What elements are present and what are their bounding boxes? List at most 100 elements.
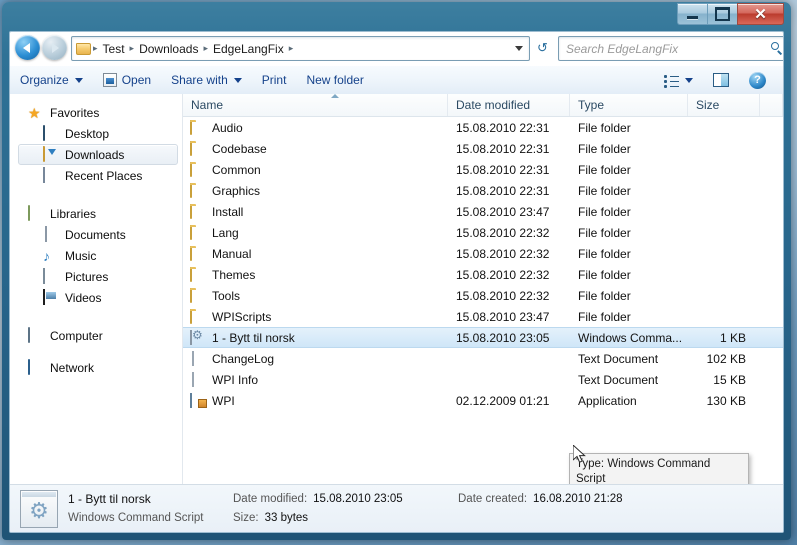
minimize-button[interactable]: [677, 3, 707, 25]
table-row[interactable]: WPIScripts 15.08.2010 23:47 File folder: [183, 306, 783, 327]
address-bar[interactable]: ▸ Test ▸ Downloads ▸ EdgeLangFix ▸: [71, 36, 530, 61]
cell-type: Text Document: [578, 372, 659, 387]
cell-type: File folder: [578, 204, 631, 219]
gear-icon: ⚙: [29, 497, 49, 523]
column-header-name[interactable]: Name: [183, 94, 448, 116]
table-row[interactable]: Themes 15.08.2010 22:32 File folder: [183, 264, 783, 285]
cell-date-modified: 15.08.2010 22:31: [456, 120, 550, 135]
breadcrumb-item-edgelangfix[interactable]: EdgeLangFix: [210, 42, 287, 56]
status-file-type: Windows Command Script: [68, 512, 204, 524]
folder-icon: [190, 224, 206, 241]
table-row[interactable]: Audio 15.08.2010 22:31 File folder: [183, 117, 783, 138]
table-row[interactable]: Codebase 15.08.2010 22:31 File folder: [183, 138, 783, 159]
sidebar-item-videos[interactable]: Videos: [10, 287, 182, 308]
network-icon: [28, 358, 44, 376]
content-split: ★ Favorites Desktop Downloads Recent Pla…: [10, 94, 783, 484]
folder-icon: [190, 140, 206, 157]
back-button[interactable]: [15, 35, 40, 60]
refresh-icon[interactable]: ↺: [534, 39, 551, 56]
search-box[interactable]: Search EdgeLangFix: [558, 36, 783, 61]
window-client-area: ▸ Test ▸ Downloads ▸ EdgeLangFix ▸ ↺ Sea…: [9, 31, 784, 533]
open-button[interactable]: Open: [93, 68, 161, 92]
cell-date-modified: 15.08.2010 22:32: [456, 267, 550, 282]
status-size-value: 33 bytes: [264, 512, 309, 524]
table-row[interactable]: WPI 02.12.2009 01:21 Application 130 KB: [183, 390, 783, 411]
music-note-icon: ♪: [43, 247, 50, 264]
status-date-created-label: Date created:: [458, 493, 528, 505]
organize-button[interactable]: Organize: [10, 68, 93, 92]
address-bar-row: ▸ Test ▸ Downloads ▸ EdgeLangFix ▸ ↺ Sea…: [10, 32, 783, 66]
file-list-pane: Name Date modified Type Size Audio 15.08.…: [183, 94, 783, 484]
file-name-label: Graphics: [212, 183, 261, 198]
cell-type: Text Document: [578, 351, 659, 366]
cell-date-modified: 15.08.2010 23:05: [456, 330, 550, 345]
minimize-icon: [687, 15, 698, 19]
maximize-button[interactable]: [707, 3, 737, 25]
cell-name: Themes: [183, 266, 448, 283]
sidebar-label: Libraries: [50, 206, 97, 221]
cell-date-modified: 15.08.2010 22:32: [456, 246, 550, 261]
column-header-size[interactable]: Size: [688, 94, 760, 116]
table-row[interactable]: 1 - Bytt til norsk 15.08.2010 23:05 Window…: [183, 327, 783, 348]
preview-pane-icon: [713, 73, 729, 87]
breadcrumb-separator: ▸: [129, 43, 135, 53]
table-row[interactable]: Install 15.08.2010 23:47 File folder: [183, 201, 783, 222]
star-icon: ★: [28, 104, 41, 121]
breadcrumb-item-test[interactable]: Test: [100, 42, 128, 56]
cell-type: File folder: [578, 288, 631, 303]
table-row[interactable]: Lang 15.08.2010 22:32 File folder: [183, 222, 783, 243]
help-icon: ?: [749, 71, 766, 89]
pictures-icon: [43, 267, 59, 285]
sidebar-item-downloads[interactable]: Downloads: [18, 144, 178, 165]
file-name-label: 1 - Bytt til norsk: [212, 330, 295, 345]
sidebar-header-libraries[interactable]: Libraries: [10, 203, 182, 224]
sidebar-item-network[interactable]: Network: [10, 357, 182, 378]
search-input[interactable]: Search EdgeLangFix: [566, 42, 678, 56]
sidebar-label: Favorites: [50, 105, 100, 120]
column-header-type[interactable]: Type: [570, 94, 688, 116]
cell-size: 130 KB: [706, 393, 746, 408]
sidebar-label: Desktop: [65, 126, 110, 141]
sidebar-group-libraries: Libraries Documents ♪ Music Pictures Vid…: [10, 203, 182, 308]
cell-size: 102 KB: [706, 351, 746, 366]
help-button[interactable]: ?: [739, 68, 776, 92]
breadcrumb-item-downloads[interactable]: Downloads: [136, 42, 201, 56]
table-row[interactable]: Manual 15.08.2010 22:32 File folder: [183, 243, 783, 264]
cell-type: File folder: [578, 141, 631, 156]
sidebar-item-desktop[interactable]: Desktop: [10, 123, 182, 144]
table-row[interactable]: Tools 15.08.2010 22:32 File folder: [183, 285, 783, 306]
sidebar-item-music[interactable]: ♪ Music: [10, 245, 182, 266]
downloads-icon: [43, 145, 59, 163]
window-controls: ✕: [677, 3, 784, 25]
sidebar-label: Recent Places: [65, 168, 143, 183]
table-row[interactable]: Graphics 15.08.2010 22:31 File folder: [183, 180, 783, 201]
sidebar-item-pictures[interactable]: Pictures: [10, 266, 182, 287]
sidebar-header-favorites[interactable]: ★ Favorites: [10, 102, 182, 123]
file-name-label: Lang: [212, 225, 239, 240]
table-row[interactable]: WPI Info Text Document 15 KB: [183, 369, 783, 390]
new-folder-button[interactable]: New folder: [296, 68, 373, 92]
column-header-date-modified[interactable]: Date modified: [448, 94, 570, 116]
print-button[interactable]: Print: [252, 68, 297, 92]
sidebar-item-computer[interactable]: Computer: [10, 325, 182, 346]
file-name-label: WPI: [212, 393, 235, 408]
preview-pane-button[interactable]: [703, 68, 739, 92]
forward-button[interactable]: [42, 35, 67, 60]
close-button[interactable]: ✕: [737, 3, 784, 25]
cell-date-modified: 15.08.2010 23:47: [456, 204, 550, 219]
status-date-created: Date created: 16.08.2010 21:28: [458, 493, 623, 505]
sidebar-item-documents[interactable]: Documents: [10, 224, 182, 245]
cell-name: 1 - Bytt til norsk: [183, 329, 448, 346]
sidebar-label: Computer: [50, 328, 103, 343]
share-with-button[interactable]: Share with: [161, 68, 252, 92]
table-row[interactable]: ChangeLog Text Document 102 KB: [183, 348, 783, 369]
file-name-label: Audio: [212, 120, 243, 135]
navigation-pane: ★ Favorites Desktop Downloads Recent Pla…: [10, 94, 183, 484]
change-view-button[interactable]: [654, 68, 703, 92]
sidebar-item-recent-places[interactable]: Recent Places: [10, 165, 182, 186]
table-row[interactable]: Common 15.08.2010 22:31 File folder: [183, 159, 783, 180]
column-header-filler: [760, 94, 783, 116]
cell-date-modified: 15.08.2010 23:47: [456, 309, 550, 324]
address-chevron-down-icon[interactable]: [515, 46, 523, 51]
file-name-label: Themes: [212, 267, 256, 282]
